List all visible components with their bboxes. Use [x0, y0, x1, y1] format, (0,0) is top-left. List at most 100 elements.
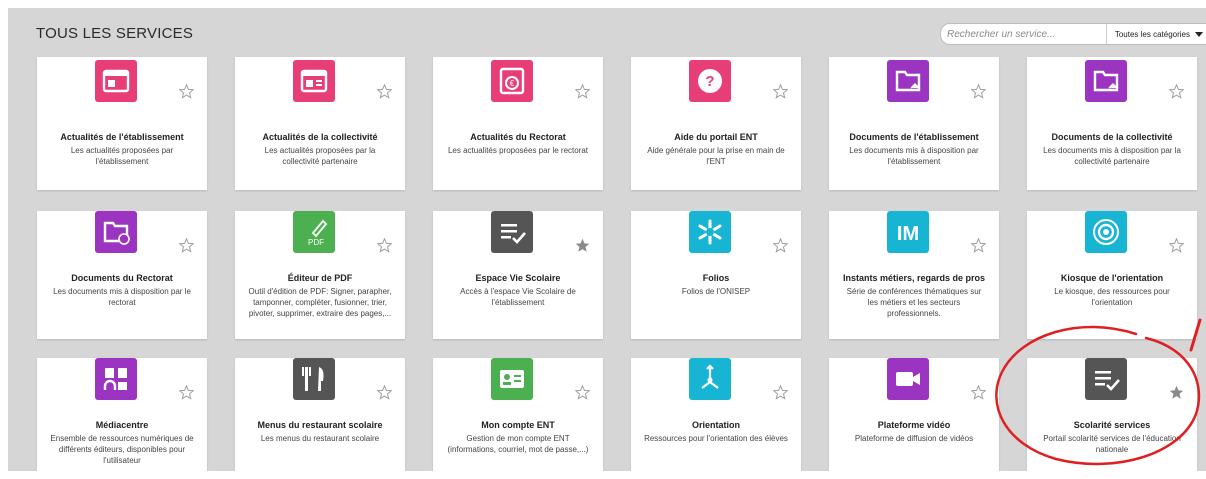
- service-tile[interactable]: Orientation Ressources pour l'orientation…: [631, 358, 801, 471]
- service-tile[interactable]: Documents du Rectorat Les documents mis à…: [37, 211, 207, 339]
- service-description: Ressources pour l'orientation des élèves: [634, 433, 798, 444]
- service-tile[interactable]: Mon compte ENT Gestion de mon compte ENT (…: [433, 358, 603, 471]
- folios-icon: [689, 211, 731, 253]
- svg-text:?: ?: [705, 73, 714, 90]
- service-tile[interactable]: Médiacentre Ensemble de ressources numéri…: [37, 358, 207, 471]
- star-filled-icon[interactable]: [1169, 385, 1184, 400]
- service-tile[interactable]: Espace Vie Scolaire Accès à l'espace Vie …: [433, 211, 603, 339]
- star-outline-icon[interactable]: [772, 83, 789, 99]
- service-title: Aide du portail ENT: [674, 132, 758, 142]
- service-tile[interactable]: Actualités de la collectivité Les actuali…: [235, 57, 405, 190]
- star-outline-icon[interactable]: [178, 237, 195, 253]
- service-description-line: l'établissement: [491, 298, 545, 307]
- service-tile[interactable]: IM Instants métiers, regards de pros Série…: [829, 211, 999, 339]
- help-icon: ?: [689, 60, 731, 102]
- star-outline-icon[interactable]: [376, 384, 393, 400]
- kiosk-icon: [1085, 211, 1127, 253]
- service-title: Documents de la collectivité: [1051, 132, 1173, 142]
- star-outline-icon[interactable]: [574, 83, 591, 99]
- star-outline-icon[interactable]: [970, 384, 987, 400]
- service-description-line: différents éditeurs, disponibles pour: [58, 445, 186, 454]
- pdf-editor-icon: PDF: [293, 211, 335, 253]
- service-title: Médiacentre: [95, 420, 149, 430]
- news-collectivity-icon: [293, 60, 335, 102]
- service-description-line: Portail scolarité services de l'éducatio…: [1043, 434, 1181, 443]
- star-outline-icon[interactable]: [178, 83, 195, 99]
- service-description-line: tamponner, compléter, fusionner, trier,: [253, 298, 387, 307]
- star-outline-icon[interactable]: [970, 83, 987, 99]
- checklist-icon: [1085, 358, 1127, 400]
- service-description-line: collectivité partenaire: [1074, 157, 1150, 166]
- service-description-line: collectivité partenaire: [282, 157, 358, 166]
- service-description: Gestion de mon compte ENT (informations, …: [436, 433, 600, 455]
- service-tile[interactable]: ? Aide du portail ENT Aide générale pour l…: [631, 57, 801, 190]
- star-outline-icon[interactable]: [376, 83, 393, 99]
- svg-text:€: €: [510, 79, 515, 88]
- documents-collectivity-icon: [1085, 60, 1127, 102]
- star-outline-icon[interactable]: [1168, 237, 1185, 253]
- cutlery-icon: [293, 358, 335, 400]
- service-title: Espace Vie Scolaire: [475, 273, 561, 283]
- service-description-line: Les actualités proposées par le rectorat: [447, 146, 589, 155]
- star-outline-icon[interactable]: [574, 384, 591, 400]
- service-description-line: professionnels.: [887, 309, 941, 318]
- service-description-line: l'utilisateur: [103, 456, 141, 465]
- service-description-line: Aide générale pour la prise en main de: [647, 146, 785, 155]
- documents-rectorat-icon: [95, 211, 137, 253]
- service-description-line: Les actualités proposées par: [70, 146, 174, 155]
- service-title: Orientation: [691, 420, 740, 430]
- service-tile[interactable]: Menus du restaurant scolaire Les menus du…: [235, 358, 405, 471]
- im-logo-icon: IM: [887, 211, 929, 253]
- service-description: Outil d'édition de PDF: Signer, parapher…: [238, 286, 402, 319]
- star-outline-icon[interactable]: [772, 237, 789, 253]
- service-title: Menus du restaurant scolaire: [257, 420, 383, 430]
- star-outline-icon[interactable]: [178, 384, 195, 400]
- service-tile[interactable]: Folios Folios de l'ONISEP: [631, 211, 801, 339]
- service-description-line: Plateforme de diffusion de vidéos: [854, 434, 974, 443]
- star-outline-icon[interactable]: [1168, 83, 1185, 99]
- service-description: Les menus du restaurant scolaire: [238, 433, 402, 444]
- service-title: Éditeur de PDF: [287, 273, 353, 283]
- service-title: Folios: [702, 273, 730, 283]
- service-description-line: l'orientation: [1091, 298, 1133, 307]
- service-description: Les documents mis à disposition par l'éta…: [832, 145, 996, 167]
- service-description: Portail scolarité services de l'éducatio…: [1030, 433, 1194, 455]
- service-description: Folios de l'ONISEP: [634, 286, 798, 297]
- service-tile[interactable]: Plateforme vidéo Plateforme de diffusion …: [829, 358, 999, 471]
- service-description-line: l'ENT: [706, 157, 726, 166]
- news-rectorat-icon: €: [491, 60, 533, 102]
- service-description-line: Les actualités proposées par la: [264, 146, 376, 155]
- service-description-line: Ensemble de ressources numériques de: [50, 434, 194, 443]
- service-description: Les actualités proposées par le rectorat: [436, 145, 600, 156]
- services-panel: TOUS LES SERVICES Toutes les catégories …: [8, 8, 1206, 471]
- service-description-line: Ressources pour l'orientation des élèves: [644, 434, 788, 443]
- star-outline-icon[interactable]: [772, 384, 789, 400]
- service-description-line: (informations, courriel, mot de passe,..…: [447, 445, 589, 454]
- service-tile[interactable]: € Actualités du Rectorat Les actualités pr…: [433, 57, 603, 190]
- service-tile[interactable]: PDF Éditeur de PDF Outil d'édition de PDF:…: [235, 211, 405, 339]
- service-description-line: Folios de l'ONISEP: [681, 287, 751, 296]
- star-filled-icon[interactable]: [575, 238, 590, 253]
- service-description: Les documents mis à disposition par le re…: [40, 286, 204, 308]
- service-tile[interactable]: Scolarité services Portail scolarité serv…: [1027, 358, 1197, 471]
- service-description-line: Les documents mis à disposition par: [849, 146, 979, 155]
- service-description-line: rectorat: [108, 298, 136, 307]
- service-description-line: Le kiosque, des ressources pour: [1054, 287, 1170, 296]
- service-description-line: nationale: [1095, 445, 1129, 454]
- checklist-icon: [491, 211, 533, 253]
- svg-text:PDF: PDF: [308, 238, 324, 247]
- star-outline-icon[interactable]: [376, 237, 393, 253]
- documents-school-icon: [887, 60, 929, 102]
- service-tile[interactable]: Documents de l'établissement Les document…: [829, 57, 999, 190]
- service-title: Kiosque de l'orientation: [1060, 273, 1164, 283]
- services-grid: Actualités de l'établissement Les actuali…: [8, 8, 1206, 471]
- service-description-line: l'établissement: [887, 157, 941, 166]
- service-description: Le kiosque, des ressources pour l'orienta…: [1030, 286, 1194, 308]
- service-tile[interactable]: Actualités de l'établissement Les actuali…: [37, 57, 207, 190]
- mediacentre-icon: [95, 358, 137, 400]
- service-tile[interactable]: Kiosque de l'orientation Le kiosque, des …: [1027, 211, 1197, 339]
- service-description-line: Les documents mis à disposition par la: [1043, 146, 1181, 155]
- star-outline-icon[interactable]: [970, 237, 987, 253]
- news-school-icon: [95, 60, 137, 102]
- service-tile[interactable]: Documents de la collectivité Les document…: [1027, 57, 1197, 190]
